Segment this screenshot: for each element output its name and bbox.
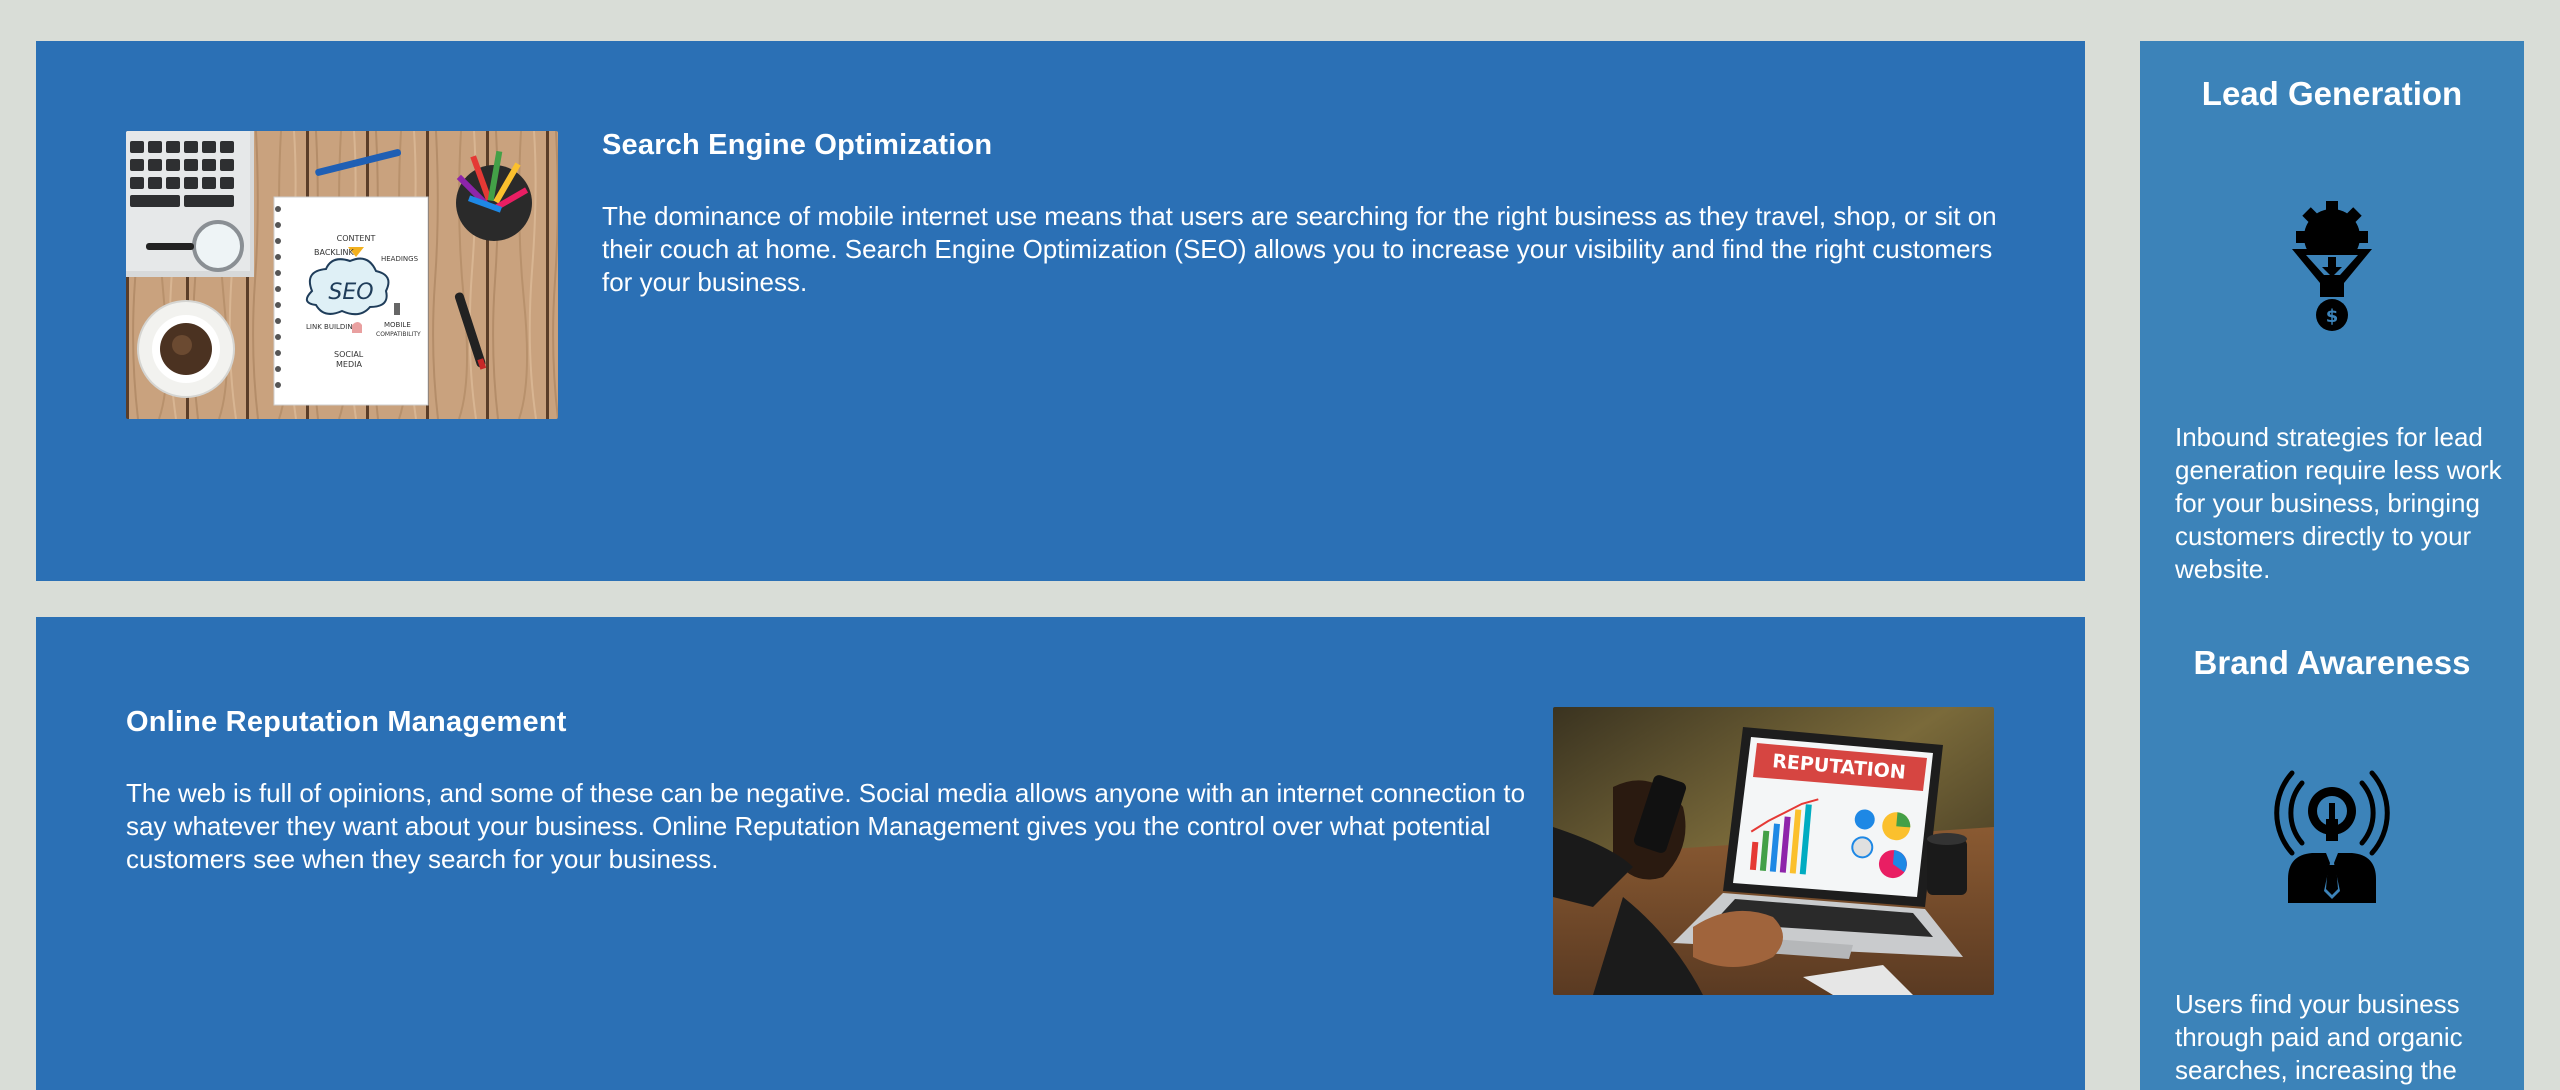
seo-image-mobile-label: MOBILE [384, 321, 411, 329]
orm-section: Online Reputation Management The web is … [36, 617, 2085, 1090]
lead-generation-title: Lead Generation [2201, 75, 2463, 112]
lightbulb-person-icon [2274, 770, 2390, 903]
seo-image-center-label: SEO [328, 280, 373, 305]
lead-generation-text: Inbound strategies for lead generation r… [2175, 422, 2502, 584]
brand-awareness-title: Brand Awareness [2193, 644, 2471, 681]
seo-image-media-label: MEDIA [336, 360, 362, 369]
seo-image-link-building-label: LINK BUILDING [306, 323, 358, 331]
seo-description: The dominance of mobile internet use mea… [602, 201, 1997, 297]
seo-image-headings-label: HEADINGS [381, 255, 419, 263]
seo-notebook-image: SEO CONTENT BACKLINK HEADINGS LINK BUILD… [126, 131, 558, 419]
seo-image-content-label: CONTENT [337, 234, 376, 243]
orm-title: Online Reputation Management [126, 706, 567, 738]
seo-section: SEO CONTENT BACKLINK HEADINGS LINK BUILD… [36, 41, 2085, 581]
reputation-laptop-image: REPUTATION [1553, 707, 1994, 995]
funnel-gear-dollar-icon: $ [2292, 201, 2372, 331]
seo-image: SEO CONTENT BACKLINK HEADINGS LINK BUILD… [126, 131, 558, 419]
seo-title: Search Engine Optimization [602, 129, 993, 161]
orm-description: The web is full of opinions, and some of… [126, 778, 1526, 874]
benefits-sidebar: Lead Generation $ Inbound strategies for… [2140, 41, 2524, 1090]
brand-awareness-text: Users find your business through paid an… [2175, 989, 2463, 1085]
seo-image-social-label: SOCIAL [334, 350, 364, 359]
seo-image-compatibility-label: COMPATIBILITY [376, 331, 421, 338]
svg-text:$: $ [2326, 306, 2339, 327]
orm-image: REPUTATION [1553, 707, 1994, 995]
seo-image-backlink-label: BACKLINK [314, 248, 354, 257]
